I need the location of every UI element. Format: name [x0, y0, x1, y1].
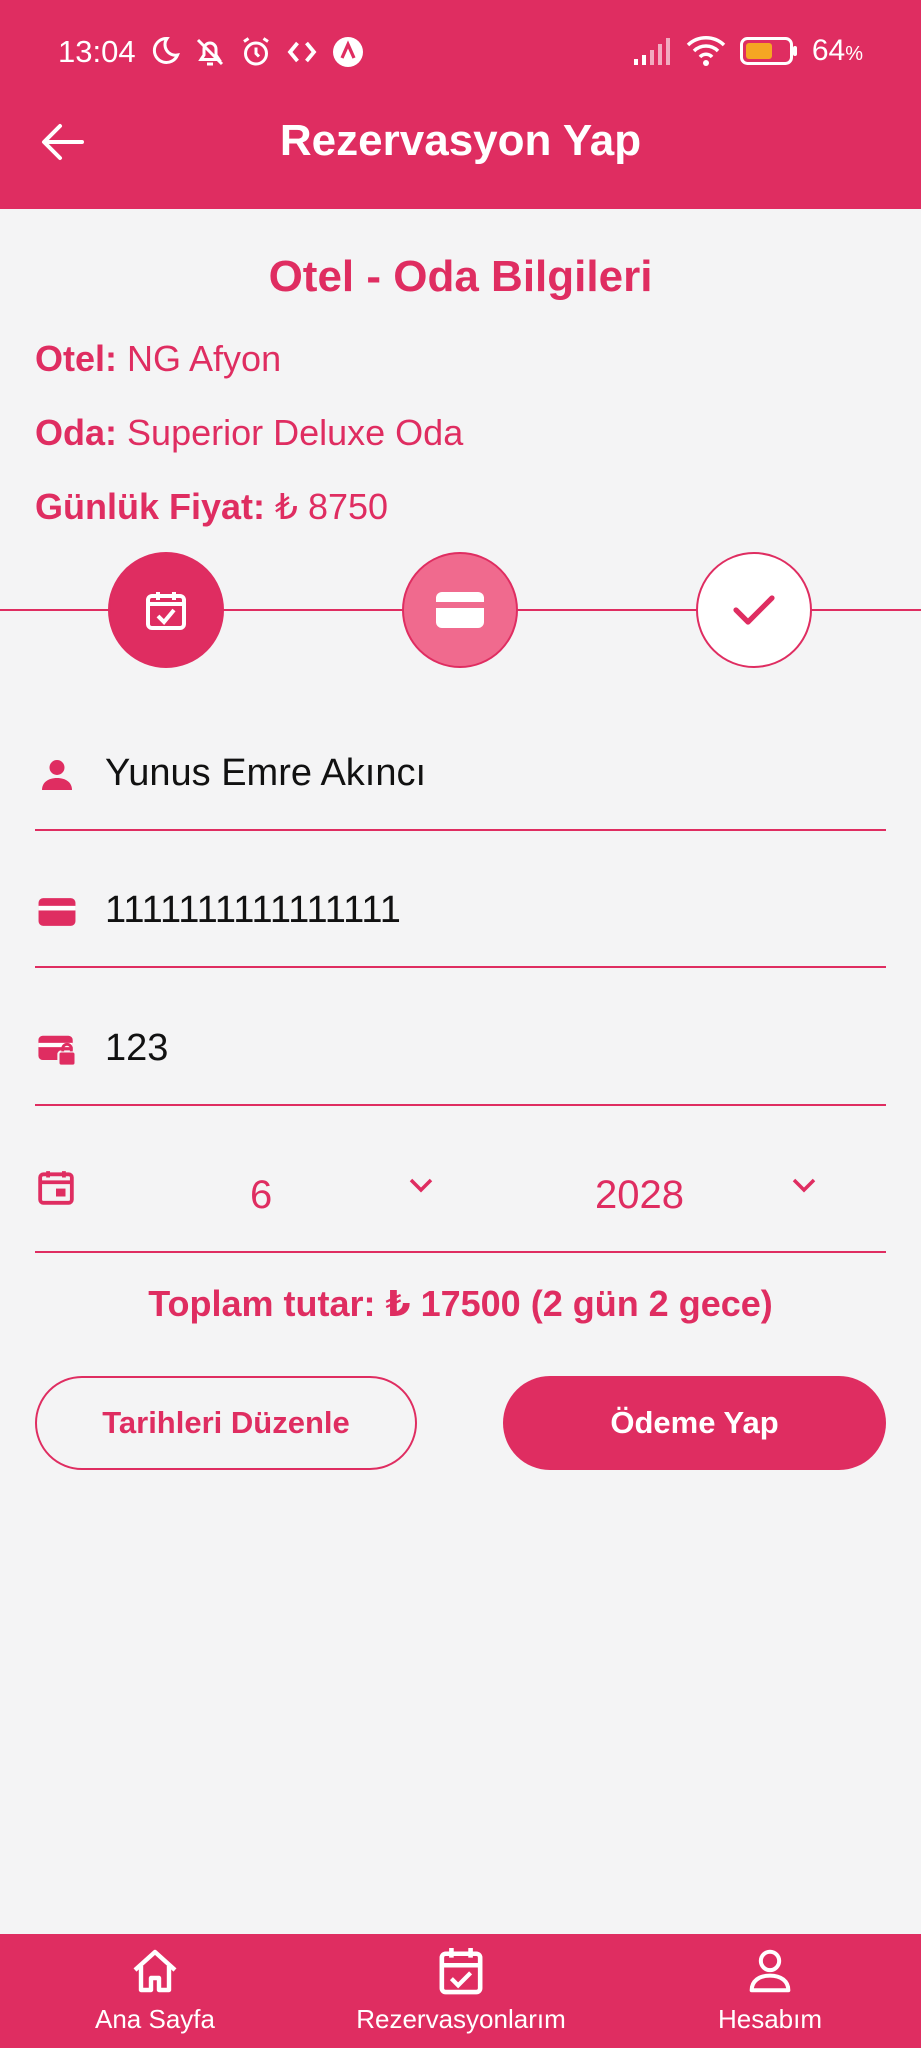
nav-item-account[interactable]: Hesabım [700, 1934, 840, 2048]
expiry-year-value: 2028 [595, 1172, 684, 1217]
battery-percentage: 64% [811, 34, 863, 67]
hotel-info-line: Otel: NG Afyon [35, 338, 281, 380]
step-confirm [696, 552, 812, 668]
credit-card-icon [37, 892, 77, 932]
nav-item-reservations[interactable]: Rezervasyonlarım [340, 1934, 582, 2048]
app-badge-icon [330, 34, 366, 75]
app-bar-title: Rezervasyon Yap [279, 116, 642, 165]
bottom-navigation: Ana Sayfa Rezervasyonlarım Hesabım [0, 1934, 921, 2048]
page: 13:04 64% Rezervasyon Yap Otel - Oda Bil… [0, 0, 921, 2048]
nav-label-reservations: Rezervasyonlarım [356, 2004, 566, 2034]
expiry-year-dropdown[interactable]: 2028 [595, 1165, 684, 1225]
price-value: ₺ 8750 [275, 486, 389, 527]
status-time: 13:04 [58, 34, 136, 69]
pay-button[interactable]: Ödeme Yap [503, 1376, 886, 1470]
edit-dates-button[interactable]: Tarihleri Düzenle [35, 1376, 417, 1470]
card-lock-icon [37, 1030, 77, 1070]
expiry-month-dropdown[interactable]: 6 [250, 1165, 272, 1225]
card-number-input[interactable] [105, 882, 865, 938]
chevron-down-icon[interactable] [790, 1175, 818, 1200]
step-dates [108, 552, 224, 668]
cvv-field [35, 990, 886, 1106]
calendar-check-icon [438, 1946, 484, 1996]
top-app-bar: 13:04 64% Rezervasyon Yap [0, 0, 921, 209]
room-value: Superior Deluxe Oda [127, 412, 464, 453]
cvv-input[interactable] [105, 1020, 865, 1076]
battery-icon [739, 37, 798, 65]
wifi-icon [686, 35, 726, 67]
nav-label-home: Ana Sayfa [95, 2004, 215, 2034]
nav-label-account: Hesabım [717, 2004, 823, 2034]
price-info-line: Günlük Fiyat: ₺ 8750 [35, 486, 388, 528]
status-notification-icons [146, 34, 366, 75]
name-input[interactable] [105, 745, 865, 801]
person-icon [37, 755, 77, 795]
bell-off-icon [192, 34, 228, 75]
calendar-check-icon [146, 592, 186, 630]
section-title: Otel - Oda Bilgileri [268, 252, 653, 301]
chevron-down-icon[interactable] [407, 1175, 435, 1200]
room-info-line: Oda: Superior Deluxe Oda [35, 412, 463, 454]
moon-icon [146, 34, 182, 75]
home-icon [131, 1946, 179, 1996]
person-icon [748, 1946, 792, 1996]
hotel-value: NG Afyon [127, 338, 282, 379]
status-system-icons: 64% [632, 34, 863, 68]
calendar-icon [37, 1167, 75, 1212]
nav-item-home[interactable]: Ana Sayfa [80, 1934, 230, 2048]
check-icon [733, 595, 775, 625]
room-label: Oda: [35, 412, 118, 453]
card-number-field [35, 852, 886, 968]
alarm-icon [238, 34, 274, 75]
data-transfer-icon [284, 34, 320, 75]
name-field [35, 715, 886, 831]
price-label: Günlük Fiyat: [35, 486, 266, 527]
expiry-date-field: 6 2028 [35, 1135, 886, 1253]
hotel-label: Otel: [35, 338, 118, 379]
credit-card-icon [436, 592, 484, 628]
step-payment [402, 552, 518, 668]
expiry-month-value: 6 [250, 1172, 273, 1217]
signal-icon [632, 37, 672, 65]
total-amount: Toplam tutar: ₺ 17500 (2 gün 2 gece) [148, 1283, 773, 1324]
